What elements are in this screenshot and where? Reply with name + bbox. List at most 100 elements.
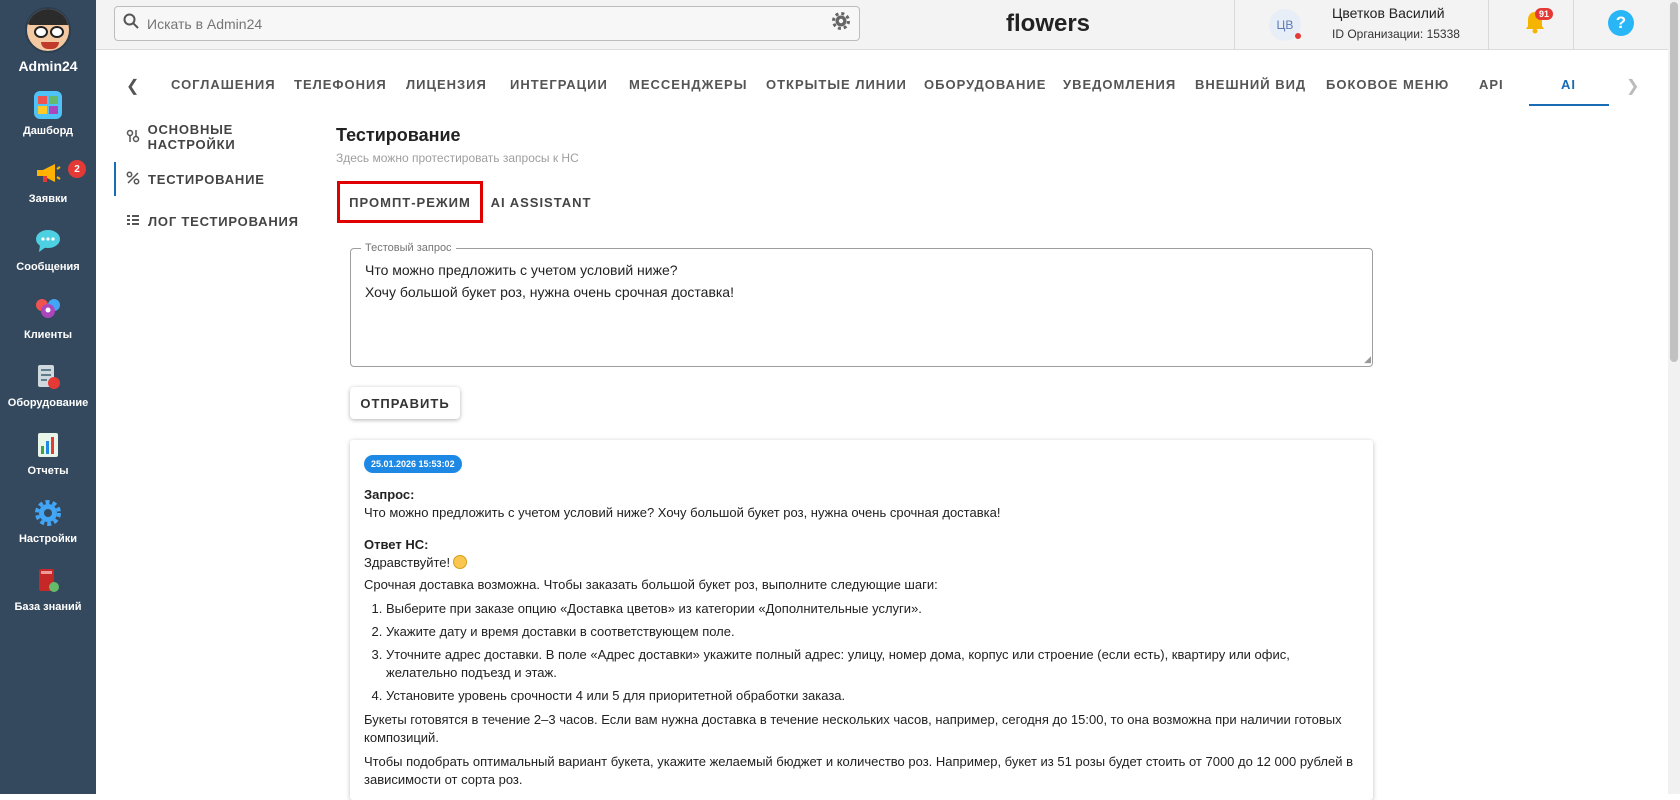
sidebar-item-equipment[interactable]: Оборудование [0, 352, 96, 420]
query-label: Запрос: [364, 487, 415, 502]
smile-emoji-icon [453, 555, 468, 569]
answer-intro: Срочная доставка возможна. Чтобы заказат… [364, 577, 938, 592]
search-icon [115, 13, 147, 34]
submenu-item-label: ЛОГ ТЕСТИРОВАНИЯ [148, 213, 299, 229]
submenu-item-testing[interactable]: ТЕСТИРОВАНИЕ [112, 158, 322, 200]
knowledge-base-icon [34, 567, 62, 595]
page-title: Тестирование [336, 125, 461, 145]
submenu-item-test-log[interactable]: ЛОГ ТЕСТИРОВАНИЯ [112, 200, 322, 242]
test-query-field[interactable]: Тестовый запрос Что можно предложить с у… [350, 242, 1373, 367]
answer-greeting-row: Здравствуйте! [364, 555, 1359, 570]
tab-telephony[interactable]: ТЕЛЕФОНИЯ [294, 77, 387, 92]
test-query-textarea[interactable]: Что можно предложить с учетом условий ни… [365, 259, 734, 303]
search-settings-gear-icon[interactable] [823, 12, 859, 35]
list-item: Уточните адрес доставки. В поле «Адрес д… [386, 646, 1359, 682]
settings-icon [34, 499, 62, 527]
user-initials: ЦВ [1276, 18, 1294, 32]
requests-badge: 2 [68, 160, 86, 178]
sidebar-item-label: База знаний [14, 601, 82, 613]
sidebar-item-knowledge-base[interactable]: База знаний [0, 556, 96, 624]
answer-paragraph: Чтобы подобрать оптимальный вариант буке… [364, 754, 1354, 787]
dashboard-icon [34, 91, 62, 119]
status-dot [1295, 33, 1301, 39]
tab-integrations[interactable]: ИНТЕГРАЦИИ [510, 77, 608, 92]
sidebar-item-label: Сообщения [16, 261, 80, 273]
query-text: Что можно предложить с учетом условий ни… [364, 505, 1001, 520]
settings-tabs: ❮ СОГЛАШЕНИЯ ТЕЛЕФОНИЯ ЛИЦЕНЗИЯ ИНТЕГРАЦ… [110, 64, 1640, 108]
test-query-label: Тестовый запрос [361, 242, 456, 254]
sidebar-item-messages[interactable]: Сообщения [0, 216, 96, 284]
tab-appearance[interactable]: ВНЕШНИЙ ВИД [1195, 77, 1306, 92]
answer-label: Ответ НС: [364, 537, 429, 552]
answer-steps-list: Выберите при заказе опцию «Доставка цвет… [386, 600, 1359, 705]
help-icon[interactable]: ? [1608, 10, 1634, 36]
app-name: Admin24 [18, 57, 78, 74]
sidebar-item-label: Оборудование [7, 397, 89, 409]
user-name: Цветков Василий [1332, 5, 1445, 21]
organization-name: flowers [1006, 10, 1091, 37]
tab-open-lines[interactable]: ОТКРЫТЫЕ ЛИНИИ [766, 77, 907, 92]
submenu-item-label: ОСНОВНЫЕ НАСТРОЙКИ [147, 122, 236, 152]
list-icon [126, 213, 148, 230]
global-search[interactable] [114, 6, 860, 41]
divider [1573, 0, 1574, 50]
sliders-icon [126, 129, 148, 146]
divider [1234, 0, 1235, 50]
sidebar-item-requests[interactable]: Заявки 2 [0, 148, 96, 216]
tab-side-menu[interactable]: БОКОВОЕ МЕНЮ [1326, 77, 1449, 92]
answer-greeting: Здравствуйте! [364, 555, 451, 570]
list-item: Выберите при заказе опцию «Доставка цвет… [386, 600, 1359, 618]
tab-equipment[interactable]: ОБОРУДОВАНИЕ [924, 77, 1046, 92]
brand[interactable]: Admin24 [0, 0, 96, 80]
notifications-bell-icon[interactable]: 91 [1523, 8, 1554, 41]
tab-notifications[interactable]: УВЕДОМЛЕНИЯ [1063, 77, 1176, 92]
scrollbar-thumb[interactable] [1670, 2, 1678, 362]
megaphone-icon [34, 159, 62, 187]
chat-icon [34, 227, 62, 255]
tabs-scroll-right-icon[interactable]: ❯ [1626, 76, 1639, 96]
tab-api[interactable]: API [1479, 77, 1504, 92]
send-button[interactable]: ОТПРАВИТЬ [350, 387, 460, 419]
sidebar-item-label: Заявки [28, 193, 68, 205]
notifications-badge: 91 [1535, 8, 1554, 20]
tab-ai-assistant[interactable]: AI ASSISTANT [490, 181, 592, 223]
tab-license[interactable]: ЛИЦЕНЗИЯ [406, 77, 487, 92]
sidebar-item-label: Клиенты [23, 329, 72, 341]
page-scrollbar[interactable] [1668, 0, 1680, 794]
tab-prompt-mode[interactable]: ПРОМПТ-РЕЖИМ [337, 181, 483, 223]
sidebar-item-dashboard[interactable]: Дашборд [0, 80, 96, 148]
active-tab-indicator [1529, 104, 1609, 106]
sidebar-item-reports[interactable]: Отчеты [0, 420, 96, 488]
timestamp-badge: 25.01.2026 15:53:02 [364, 455, 462, 473]
clients-icon [34, 295, 62, 323]
equipment-icon [34, 363, 62, 391]
sidebar-item-label: Дашборд [22, 125, 74, 137]
top-bar: flowers ЦВ Цветков Василий ID Организаци… [96, 0, 1668, 50]
search-input[interactable] [147, 15, 823, 32]
ai-submenu: ОСНОВНЫЕ НАСТРОЙКИ ТЕСТИРОВАНИЕ ЛОГ ТЕСТ… [112, 116, 322, 242]
list-item: Установите уровень срочности 4 или 5 для… [386, 687, 1359, 705]
answer-paragraph: Букеты готовятся в течение 2–3 часов. Ес… [364, 712, 1342, 745]
tab-agreements[interactable]: СОГЛАШЕНИЯ [171, 77, 276, 92]
avatar [25, 6, 71, 53]
tabs-scroll-left-icon[interactable]: ❮ [126, 76, 139, 96]
sidebar-item-clients[interactable]: Клиенты [0, 284, 96, 352]
user-initials-avatar[interactable]: ЦВ [1269, 9, 1301, 41]
test-result-card: 25.01.2026 15:53:02 Запрос: Что можно пр… [350, 440, 1373, 800]
page-subtitle: Здесь можно протестировать запросы к НС [336, 151, 579, 165]
percent-icon [126, 171, 148, 188]
sidebar-item-label: Настройки [18, 533, 78, 545]
submenu-item-label: ТЕСТИРОВАНИЕ [148, 171, 265, 187]
tab-messengers[interactable]: МЕССЕНДЖЕРЫ [629, 77, 747, 92]
reports-icon [34, 431, 62, 459]
organization-id: ID Организации: 15338 [1332, 27, 1460, 41]
main-sidebar: Admin24 Дашборд Заявки 2 Сообщения Клиен… [0, 0, 96, 794]
resize-handle-icon[interactable]: ◢ [1364, 354, 1371, 365]
list-item: Укажите дату и время доставки в соответс… [386, 623, 1359, 641]
submenu-item-basic-settings[interactable]: ОСНОВНЫЕ НАСТРОЙКИ [112, 116, 322, 158]
divider [1488, 0, 1489, 50]
sidebar-item-label: Отчеты [27, 465, 69, 477]
sidebar-item-settings[interactable]: Настройки [0, 488, 96, 556]
tab-ai[interactable]: AI [1561, 77, 1576, 92]
user-info[interactable]: Цветков Василий ID Организации: 15338 [1332, 5, 1460, 41]
